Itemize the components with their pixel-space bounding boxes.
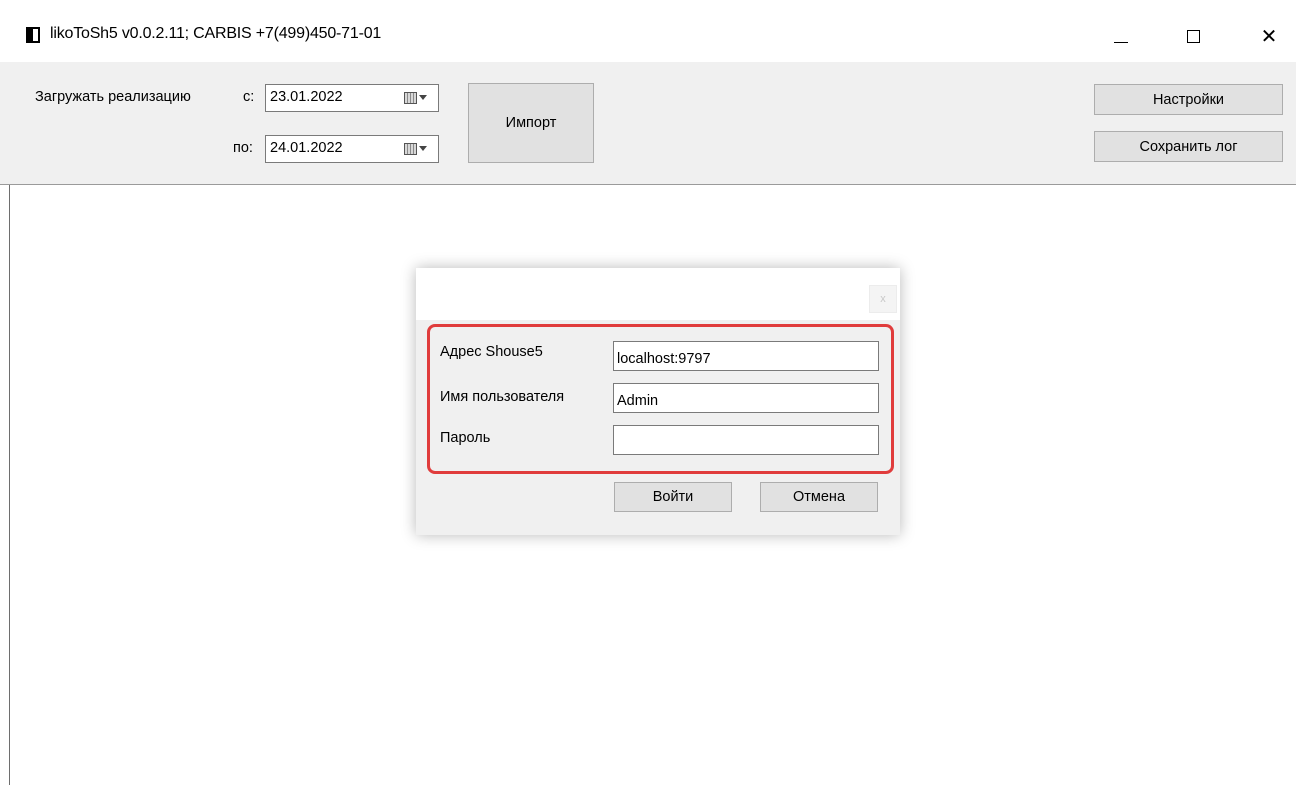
- dropdown-arrow-icon: [419, 95, 427, 100]
- settings-button[interactable]: Настройки: [1094, 84, 1283, 115]
- password-label: Пароль: [440, 430, 491, 446]
- calendar-icon: [404, 143, 417, 155]
- to-date-label: по:: [233, 140, 253, 156]
- minimize-button[interactable]: [1098, 20, 1144, 52]
- dialog-title-bar: [416, 268, 900, 320]
- minimize-icon: [1114, 41, 1128, 43]
- maximize-button[interactable]: [1170, 20, 1216, 52]
- to-date-value: 24.01.2022: [270, 140, 343, 156]
- window-title: likoToSh5 v0.0.2.11; CARBIS +7(499)450-7…: [50, 25, 382, 42]
- address-label: Адрес Shouse5: [440, 344, 543, 360]
- to-date-dropdown[interactable]: [404, 142, 430, 156]
- close-icon: ✕: [1260, 25, 1278, 48]
- dropdown-arrow-icon: [419, 146, 427, 151]
- close-icon: x: [880, 293, 886, 305]
- maximize-icon: [1186, 29, 1200, 43]
- load-sales-label: Загружать реализацию: [35, 89, 191, 105]
- log-area-border: [9, 185, 10, 785]
- from-date-label: с:: [243, 89, 255, 105]
- dialog-close-button[interactable]: x: [869, 285, 897, 313]
- cancel-button[interactable]: Отмена: [760, 482, 878, 512]
- login-button[interactable]: Войти: [614, 482, 732, 512]
- login-dialog: x Адрес Shouse5 Имя пользователя Пароль …: [416, 268, 900, 535]
- calendar-icon: [404, 92, 417, 104]
- from-date-picker[interactable]: 23.01.2022: [265, 84, 439, 112]
- import-button[interactable]: Импорт: [468, 83, 594, 163]
- app-icon: [26, 27, 40, 43]
- from-date-value: 23.01.2022: [270, 89, 343, 105]
- close-window-button[interactable]: ✕: [1246, 20, 1292, 52]
- toolbar-panel: Загружать реализацию с: 23.01.2022 по: 2…: [0, 62, 1296, 185]
- address-input[interactable]: [613, 341, 879, 371]
- save-log-button[interactable]: Сохранить лог: [1094, 131, 1283, 162]
- username-input[interactable]: [613, 383, 879, 413]
- password-input[interactable]: [613, 425, 879, 455]
- to-date-picker[interactable]: 24.01.2022: [265, 135, 439, 163]
- app-window: likoToSh5 v0.0.2.11; CARBIS +7(499)450-7…: [0, 0, 1296, 785]
- from-date-dropdown[interactable]: [404, 91, 430, 105]
- username-label: Имя пользователя: [440, 389, 565, 405]
